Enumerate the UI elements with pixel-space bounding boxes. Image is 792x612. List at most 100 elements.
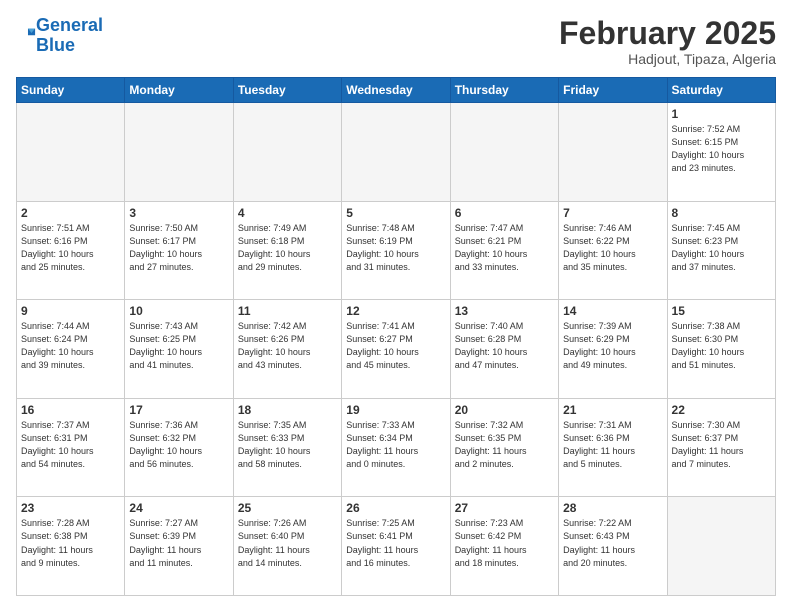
calendar-header-row: SundayMondayTuesdayWednesdayThursdayFrid… — [17, 78, 776, 103]
day-info: Sunrise: 7:30 AMSunset: 6:37 PMDaylight:… — [672, 419, 771, 471]
day-info: Sunrise: 7:26 AMSunset: 6:40 PMDaylight:… — [238, 517, 337, 569]
day-info: Sunrise: 7:41 AMSunset: 6:27 PMDaylight:… — [346, 320, 445, 372]
calendar-cell: 20 Sunrise: 7:32 AMSunset: 6:35 PMDayligh… — [450, 398, 558, 497]
day-info: Sunrise: 7:27 AMSunset: 6:39 PMDaylight:… — [129, 517, 228, 569]
day-info: Sunrise: 7:48 AMSunset: 6:19 PMDaylight:… — [346, 222, 445, 274]
page: General Blue February 2025 Hadjout, Tipa… — [0, 0, 792, 612]
col-header-saturday: Saturday — [667, 78, 775, 103]
calendar-cell: 1 Sunrise: 7:52 AMSunset: 6:15 PMDaylight… — [667, 103, 775, 202]
calendar-cell: 27Sunrise: 7:23 AMSunset: 6:42 PMDayligh… — [450, 497, 558, 596]
day-number: 13 — [455, 304, 554, 318]
month-title: February 2025 — [559, 16, 776, 51]
calendar-cell: 9 Sunrise: 7:44 AMSunset: 6:24 PMDaylight… — [17, 300, 125, 399]
day-number: 22 — [672, 403, 771, 417]
day-info: Sunrise: 7:43 AMSunset: 6:25 PMDaylight:… — [129, 320, 228, 372]
calendar-cell: 13 Sunrise: 7:40 AMSunset: 6:28 PMDayligh… — [450, 300, 558, 399]
calendar-cell — [17, 103, 125, 202]
day-number: 26 — [346, 501, 445, 515]
day-number: 27 — [455, 501, 554, 515]
calendar-cell: 10 Sunrise: 7:43 AMSunset: 6:25 PMDayligh… — [125, 300, 233, 399]
day-number: 28 — [563, 501, 662, 515]
logo-text: General Blue — [36, 16, 103, 56]
day-number: 12 — [346, 304, 445, 318]
day-number: 7 — [563, 206, 662, 220]
week-row-1: 2Sunrise: 7:51 AMSunset: 6:16 PMDaylight… — [17, 201, 776, 300]
calendar-cell: 4Sunrise: 7:49 AMSunset: 6:18 PMDaylight… — [233, 201, 341, 300]
logo-blue: Blue — [36, 35, 75, 55]
day-number: 23 — [21, 501, 120, 515]
day-info: Sunrise: 7:44 AMSunset: 6:24 PMDaylight:… — [21, 320, 120, 372]
day-number: 11 — [238, 304, 337, 318]
day-number: 10 — [129, 304, 228, 318]
calendar-cell — [559, 103, 667, 202]
day-number: 18 — [238, 403, 337, 417]
day-number: 14 — [563, 304, 662, 318]
calendar-cell — [233, 103, 341, 202]
day-info: Sunrise: 7:22 AMSunset: 6:43 PMDaylight:… — [563, 517, 662, 569]
day-info: Sunrise: 7:40 AMSunset: 6:28 PMDaylight:… — [455, 320, 554, 372]
calendar-cell: 24Sunrise: 7:27 AMSunset: 6:39 PMDayligh… — [125, 497, 233, 596]
header: General Blue February 2025 Hadjout, Tipa… — [16, 16, 776, 67]
day-info: Sunrise: 7:42 AMSunset: 6:26 PMDaylight:… — [238, 320, 337, 372]
week-row-3: 16 Sunrise: 7:37 AMSunset: 6:31 PMDayligh… — [17, 398, 776, 497]
day-number: 1 — [672, 107, 771, 121]
day-info: Sunrise: 7:45 AMSunset: 6:23 PMDaylight:… — [672, 222, 771, 274]
calendar-cell: 6 Sunrise: 7:47 AMSunset: 6:21 PMDaylight… — [450, 201, 558, 300]
calendar-cell: 23 Sunrise: 7:28 AMSunset: 6:38 PMDayligh… — [17, 497, 125, 596]
day-info: Sunrise: 7:33 AMSunset: 6:34 PMDaylight:… — [346, 419, 445, 471]
day-info: Sunrise: 7:38 AMSunset: 6:30 PMDaylight:… — [672, 320, 771, 372]
calendar-cell: 19 Sunrise: 7:33 AMSunset: 6:34 PMDayligh… — [342, 398, 450, 497]
logo: General Blue — [16, 16, 103, 56]
day-number: 20 — [455, 403, 554, 417]
calendar-cell: 12 Sunrise: 7:41 AMSunset: 6:27 PMDayligh… — [342, 300, 450, 399]
day-info: Sunrise: 7:32 AMSunset: 6:35 PMDaylight:… — [455, 419, 554, 471]
day-info: Sunrise: 7:25 AMSunset: 6:41 PMDaylight:… — [346, 517, 445, 569]
calendar-cell — [342, 103, 450, 202]
logo-general: General — [36, 15, 103, 35]
calendar-cell — [450, 103, 558, 202]
day-number: 17 — [129, 403, 228, 417]
calendar-cell: 26 Sunrise: 7:25 AMSunset: 6:41 PMDayligh… — [342, 497, 450, 596]
calendar-cell: 14 Sunrise: 7:39 AMSunset: 6:29 PMDayligh… — [559, 300, 667, 399]
day-info: Sunrise: 7:51 AMSunset: 6:16 PMDaylight:… — [21, 222, 120, 274]
calendar-cell: 15 Sunrise: 7:38 AMSunset: 6:30 PMDayligh… — [667, 300, 775, 399]
location: Hadjout, Tipaza, Algeria — [559, 51, 776, 67]
day-number: 15 — [672, 304, 771, 318]
day-info: Sunrise: 7:50 AMSunset: 6:17 PMDaylight:… — [129, 222, 228, 274]
col-header-tuesday: Tuesday — [233, 78, 341, 103]
day-info: Sunrise: 7:46 AMSunset: 6:22 PMDaylight:… — [563, 222, 662, 274]
calendar-cell: 18Sunrise: 7:35 AMSunset: 6:33 PMDayligh… — [233, 398, 341, 497]
col-header-monday: Monday — [125, 78, 233, 103]
logo-icon — [18, 24, 36, 42]
day-info: Sunrise: 7:49 AMSunset: 6:18 PMDaylight:… — [238, 222, 337, 274]
calendar-cell: 2Sunrise: 7:51 AMSunset: 6:16 PMDaylight… — [17, 201, 125, 300]
day-number: 5 — [346, 206, 445, 220]
calendar-cell: 3 Sunrise: 7:50 AMSunset: 6:17 PMDaylight… — [125, 201, 233, 300]
calendar-cell: 28 Sunrise: 7:22 AMSunset: 6:43 PMDayligh… — [559, 497, 667, 596]
calendar-cell — [125, 103, 233, 202]
calendar-cell: 25Sunrise: 7:26 AMSunset: 6:40 PMDayligh… — [233, 497, 341, 596]
day-info: Sunrise: 7:31 AMSunset: 6:36 PMDaylight:… — [563, 419, 662, 471]
calendar-cell: 22 Sunrise: 7:30 AMSunset: 6:37 PMDayligh… — [667, 398, 775, 497]
day-number: 6 — [455, 206, 554, 220]
day-number: 19 — [346, 403, 445, 417]
calendar-cell: 8 Sunrise: 7:45 AMSunset: 6:23 PMDaylight… — [667, 201, 775, 300]
calendar-cell: 11 Sunrise: 7:42 AMSunset: 6:26 PMDayligh… — [233, 300, 341, 399]
day-info: Sunrise: 7:37 AMSunset: 6:31 PMDaylight:… — [21, 419, 120, 471]
calendar-cell: 16 Sunrise: 7:37 AMSunset: 6:31 PMDayligh… — [17, 398, 125, 497]
calendar-table: SundayMondayTuesdayWednesdayThursdayFrid… — [16, 77, 776, 596]
day-number: 8 — [672, 206, 771, 220]
week-row-2: 9 Sunrise: 7:44 AMSunset: 6:24 PMDaylight… — [17, 300, 776, 399]
day-info: Sunrise: 7:28 AMSunset: 6:38 PMDaylight:… — [21, 517, 120, 569]
day-number: 16 — [21, 403, 120, 417]
calendar-cell: 7 Sunrise: 7:46 AMSunset: 6:22 PMDaylight… — [559, 201, 667, 300]
day-number: 3 — [129, 206, 228, 220]
day-info: Sunrise: 7:39 AMSunset: 6:29 PMDaylight:… — [563, 320, 662, 372]
col-header-wednesday: Wednesday — [342, 78, 450, 103]
day-number: 9 — [21, 304, 120, 318]
day-info: Sunrise: 7:47 AMSunset: 6:21 PMDaylight:… — [455, 222, 554, 274]
day-info: Sunrise: 7:52 AMSunset: 6:15 PMDaylight:… — [672, 123, 771, 175]
header-right: February 2025 Hadjout, Tipaza, Algeria — [559, 16, 776, 67]
day-info: Sunrise: 7:36 AMSunset: 6:32 PMDaylight:… — [129, 419, 228, 471]
week-row-4: 23 Sunrise: 7:28 AMSunset: 6:38 PMDayligh… — [17, 497, 776, 596]
